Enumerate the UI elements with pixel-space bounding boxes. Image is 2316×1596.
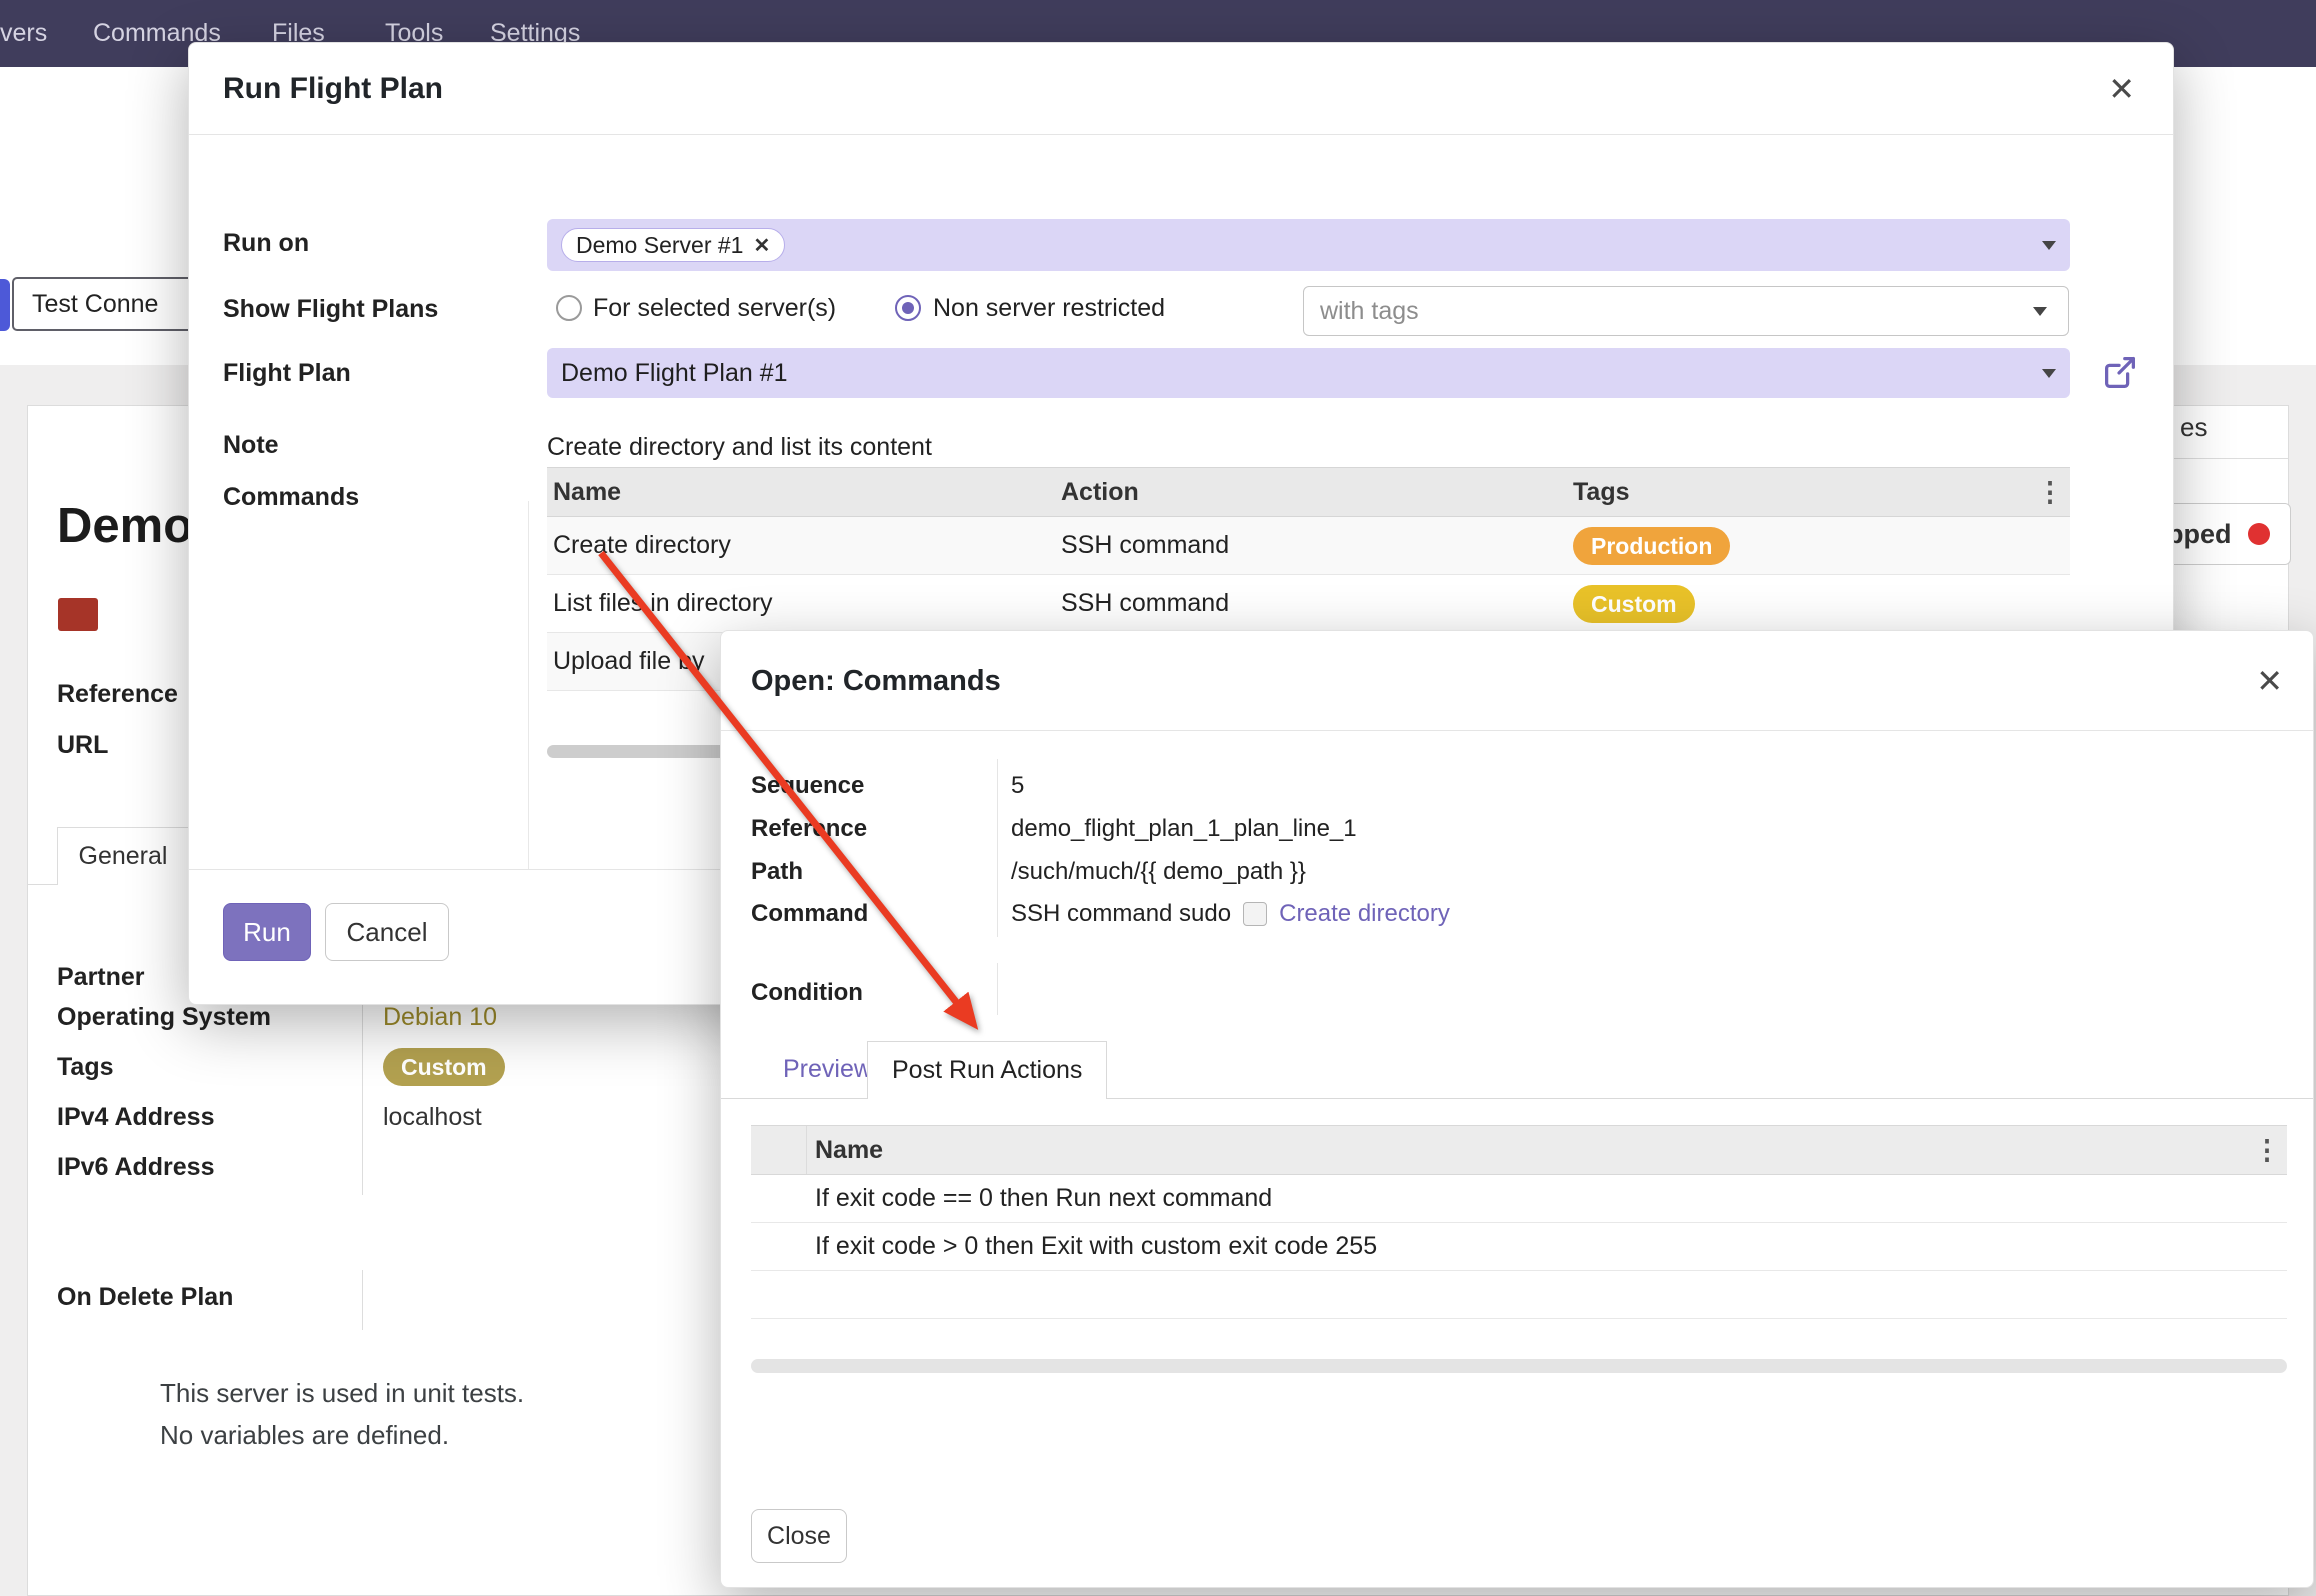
chatter-divider [2160,458,2289,459]
field-label-partner: Partner [57,963,145,992]
field-row-path: Path /such/much/{{ demo_path }} [751,852,1306,892]
field-label-ipv4: IPv4 Address [57,1103,214,1132]
field-row-sequence: Sequence 5 [751,766,1024,806]
status-dot-icon [2248,523,2270,545]
cancel-button[interactable]: Cancel [325,903,449,961]
field-label-ipv6: IPv6 Address [57,1153,214,1182]
flight-plan-description: Create directory and list its content [547,433,932,462]
field-label-run-on: Run on [223,229,309,258]
kebab-menu-icon[interactable]: ⋮ [2030,477,2070,508]
modal-header: Run Flight Plan ✕ [189,43,2173,135]
table-header-row: Name Action Tags ⋮ [547,467,2070,517]
nav-item-servers[interactable]: vers [0,0,47,67]
cell-tags: Production [1573,527,2070,565]
form-column-divider [362,1005,363,1195]
table-row[interactable]: List files in directory SSH command Cust… [547,575,2070,633]
table-header-row: Name ⋮ [751,1125,2287,1175]
tab-general[interactable]: General [57,827,189,885]
status-badge-label: pped [2167,519,2232,550]
post-run-actions-table: Name ⋮ If exit code == 0 then Run next c… [751,1125,2287,1319]
unit-test-note-line2: No variables are defined. [160,1420,449,1451]
table-row[interactable]: Create directory SSH command Production [547,517,2070,575]
modal-title: Open: Commands [751,631,1001,731]
with-tags-input[interactable] [1303,286,2069,336]
field-label-operating-system: Operating System [57,1003,271,1032]
cell-tags: Custom [1573,585,2070,623]
radio-label-non-server-restricted[interactable]: Non server restricted [933,294,1165,323]
run-button[interactable]: Run [223,903,311,961]
radio-non-server-restricted[interactable] [895,295,921,321]
field-value-ipv4: localhost [383,1103,482,1132]
chip-remove-icon[interactable]: ✕ [753,233,770,258]
chevron-down-icon [2042,241,2056,250]
field-value-path: /such/much/{{ demo_path }} [1011,858,1306,886]
screen: vers Commands Files Tools Settings Test … [0,0,2316,1596]
field-label-commands: Commands [223,483,359,512]
tag-badge-production: Production [1573,527,1730,565]
radio-for-selected-servers[interactable] [556,295,582,321]
table-row[interactable]: If exit code > 0 then Exit with custom e… [751,1223,2287,1271]
modal-header: Open: Commands ✕ [721,631,2313,731]
tag-badge-custom[interactable]: Custom [383,1048,505,1086]
color-swatch[interactable] [58,598,98,631]
unit-test-note-line1: This server is used in unit tests. [160,1378,524,1409]
page-title: Demo [57,498,193,554]
kebab-menu-icon[interactable]: ⋮ [2247,1135,2287,1166]
create-directory-checkbox[interactable] [1243,902,1267,926]
column-header-name[interactable]: Name [547,478,1061,507]
open-commands-modal: Open: Commands ✕ Sequence 5 Reference de… [720,630,2314,1588]
run-on-multiselect[interactable]: Demo Server #1 ✕ [547,219,2070,271]
cell-action: SSH command [1061,531,1573,560]
chevron-down-icon [2042,369,2056,378]
close-icon[interactable]: ✕ [2108,43,2135,135]
field-row-reference: Reference demo_flight_plan_1_plan_line_1 [751,809,1357,849]
field-label-reference: Reference [57,680,178,709]
flight-plan-value: Demo Flight Plan #1 [561,359,788,388]
cell-action: SSH command [1061,589,1573,618]
column-header-tags[interactable]: Tags [1573,478,2030,507]
primary-button-fragment[interactable] [0,279,10,331]
form-column-divider [997,963,998,1015]
field-row-command: Command SSH command sudo Create director… [751,894,1450,934]
field-value-command: SSH command sudo [1011,900,1231,928]
close-button[interactable]: Close [751,1509,847,1563]
tag-badge-custom: Custom [1573,585,1695,623]
field-label-url: URL [57,731,108,760]
radio-label-for-selected-servers[interactable]: For selected server(s) [593,294,836,323]
field-label-reference: Reference [751,815,1011,843]
field-label-tags: Tags [57,1053,114,1082]
chatter-tab-fragment[interactable]: es [2180,412,2207,443]
field-label-flight-plan: Flight Plan [223,359,351,388]
form-column-divider [997,759,998,937]
field-label-sequence: Sequence [751,772,1011,800]
field-value-reference: demo_flight_plan_1_plan_line_1 [1011,815,1357,843]
field-label-note: Note [223,431,279,460]
tab-post-run-actions[interactable]: Post Run Actions [867,1041,1107,1099]
field-label-on-delete-plan: On Delete Plan [57,1283,233,1312]
selected-server-chip[interactable]: Demo Server #1 ✕ [561,228,785,262]
table-row-empty [751,1271,2287,1319]
external-link-icon[interactable] [2099,351,2141,393]
modal-title: Run Flight Plan [223,43,443,135]
field-label-condition: Condition [751,979,863,1007]
form-column-divider [528,501,529,869]
column-header-name[interactable]: Name [807,1136,2247,1165]
cell-name: List files in directory [547,589,1061,618]
field-label-command: Command [751,900,1011,928]
table-row[interactable]: If exit code == 0 then Run next command [751,1175,2287,1223]
field-value-sequence: 5 [1011,772,1024,800]
column-header-action[interactable]: Action [1061,478,1573,507]
form-column-divider [362,1270,363,1330]
chevron-down-icon [2033,307,2047,316]
field-label-show-flight-plans: Show Flight Plans [223,295,438,324]
cell-name: Create directory [547,531,1061,560]
row-number-column [751,1126,807,1174]
chip-label: Demo Server #1 [576,232,743,259]
horizontal-scrollbar-track[interactable] [751,1359,2287,1373]
flight-plan-select[interactable]: Demo Flight Plan #1 [547,348,2070,398]
close-icon[interactable]: ✕ [2256,631,2283,731]
field-label-path: Path [751,858,1011,886]
field-value-operating-system[interactable]: Debian 10 [383,1003,497,1032]
create-directory-link[interactable]: Create directory [1279,900,1450,928]
